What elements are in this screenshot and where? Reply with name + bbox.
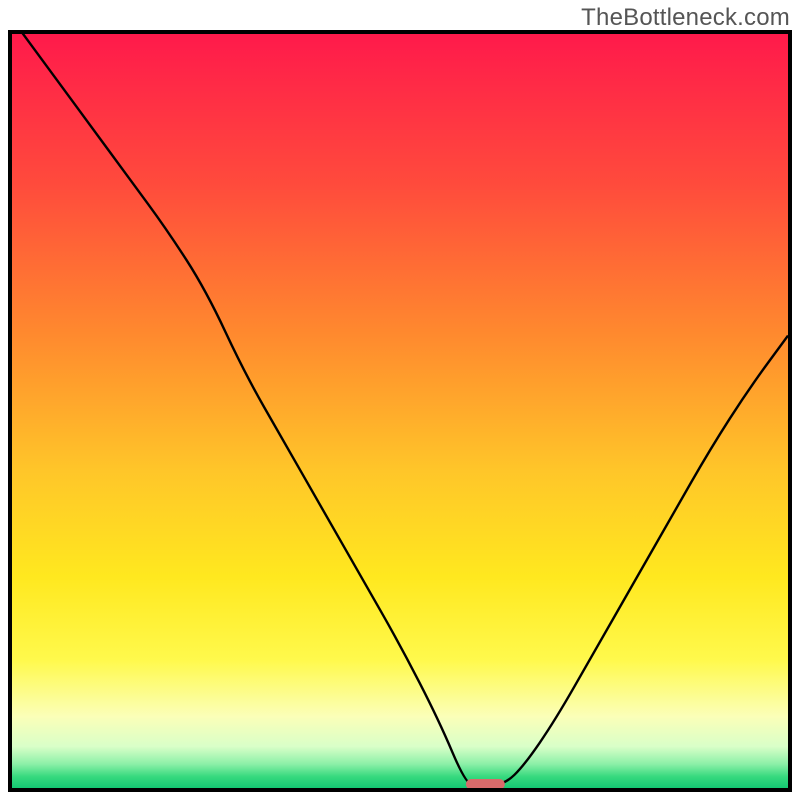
bottleneck-curve [12,34,788,784]
optimum-marker [466,779,505,788]
plot-border [8,30,792,792]
curve-layer [12,34,788,788]
plot-area [12,34,788,788]
chart-frame: TheBottleneck.com [0,0,800,800]
watermark-text: TheBottleneck.com [581,4,790,32]
